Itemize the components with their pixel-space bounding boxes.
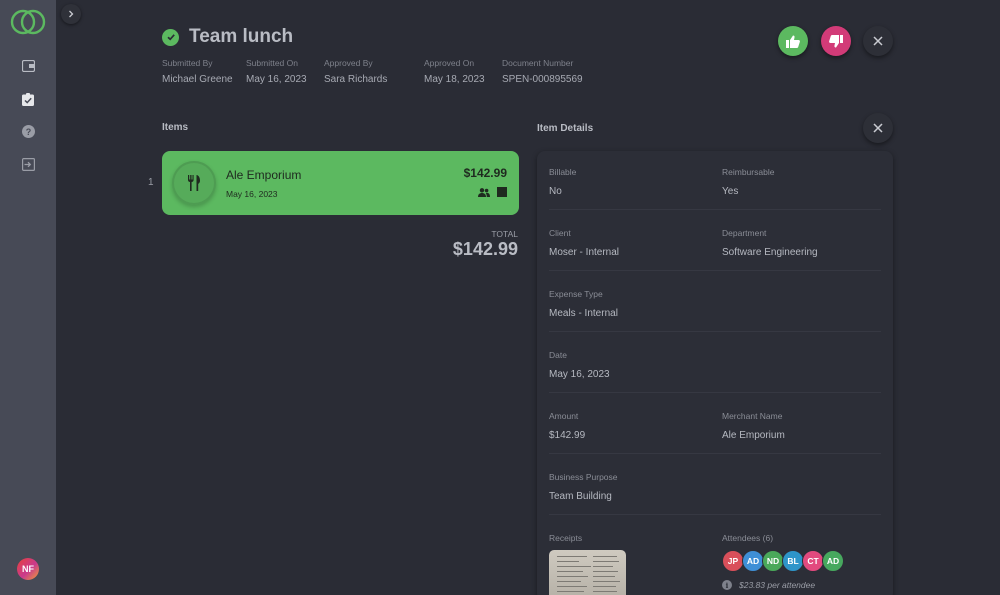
reject-button[interactable] bbox=[821, 26, 851, 56]
field-value: Yes bbox=[722, 186, 739, 197]
logout-icon[interactable] bbox=[20, 156, 36, 172]
field-date: Date May 16, 2023 bbox=[549, 350, 610, 380]
field-merchant-name: Merchant Name Ale Emporium bbox=[722, 411, 785, 441]
svg-text:?: ? bbox=[25, 127, 31, 137]
wallet-icon[interactable] bbox=[20, 58, 36, 74]
user-avatar[interactable]: NF bbox=[17, 558, 39, 580]
field-reimbursable: Reimbursable Yes bbox=[722, 167, 774, 197]
field-business-purpose: Business Purpose Team Building bbox=[549, 472, 618, 502]
divider bbox=[549, 453, 881, 454]
field-value: Team Building bbox=[549, 491, 612, 502]
item-amount: $142.99 bbox=[463, 166, 507, 180]
meta-value: Sara Richards bbox=[324, 74, 388, 85]
field-label: Merchant Name bbox=[722, 411, 783, 421]
item-date: May 16, 2023 bbox=[226, 189, 278, 199]
field-expense-type: Expense Type Meals - Internal bbox=[549, 289, 618, 319]
item-details-title: Item Details bbox=[537, 123, 594, 134]
meta-label: Submitted By bbox=[162, 58, 213, 68]
per-attendee-amount: $23.83 per attendee bbox=[739, 580, 816, 590]
approved-check-icon bbox=[162, 28, 179, 46]
field-amount: Amount $142.99 bbox=[549, 411, 585, 441]
field-label: Billable bbox=[549, 167, 577, 177]
field-label: Receipts bbox=[549, 533, 583, 543]
field-value: Ale Emporium bbox=[722, 430, 785, 441]
per-attendee-row: i $23.83 per attendee bbox=[722, 580, 815, 590]
attendee-avatar[interactable]: AD bbox=[822, 550, 844, 572]
meta-label: Approved By bbox=[324, 58, 373, 68]
meta-submitted-by: Submitted By Michael Greene bbox=[162, 58, 233, 85]
thumbs-down-icon bbox=[829, 34, 843, 47]
fork-knife-icon bbox=[172, 161, 216, 205]
field-value: $142.99 bbox=[549, 430, 586, 441]
items-title: Items bbox=[162, 122, 189, 133]
field-label: Expense Type bbox=[549, 289, 603, 299]
field-label: Client bbox=[549, 228, 571, 238]
divider bbox=[549, 270, 881, 271]
title-row: Team lunch bbox=[162, 26, 293, 48]
field-client: Client Moser - Internal bbox=[549, 228, 619, 258]
total-label: TOTAL bbox=[491, 229, 518, 239]
meta-label: Approved On bbox=[424, 58, 475, 68]
meta-value: May 16, 2023 bbox=[246, 74, 307, 85]
approve-button[interactable] bbox=[778, 26, 808, 56]
receipt-icon bbox=[497, 187, 507, 197]
attendee-avatar[interactable]: BL bbox=[782, 550, 804, 572]
attendee-avatar[interactable]: JP bbox=[722, 550, 744, 572]
meta-approved-by: Approved By Sara Richards bbox=[324, 58, 387, 85]
field-value: Moser - Internal bbox=[549, 247, 620, 258]
meta-value: May 18, 2023 bbox=[424, 74, 485, 85]
page-title: Team lunch bbox=[189, 26, 294, 47]
sidebar: ? NF bbox=[0, 0, 56, 595]
expand-sidebar-button[interactable] bbox=[61, 4, 81, 24]
field-value: Software Engineering bbox=[722, 247, 818, 258]
close-icon bbox=[873, 123, 883, 133]
item-index: 1 bbox=[148, 177, 154, 188]
attendee-avatar[interactable]: CT bbox=[802, 550, 824, 572]
help-icon[interactable]: ? bbox=[20, 123, 36, 139]
total-value: $142.99 bbox=[452, 239, 518, 259]
attendee-avatar[interactable]: ND bbox=[762, 550, 784, 572]
close-details-button[interactable] bbox=[863, 113, 893, 143]
field-value: No bbox=[549, 186, 562, 197]
meta-label: Document Number bbox=[502, 58, 574, 68]
info-icon: i bbox=[722, 580, 732, 590]
attendee-avatars[interactable]: JP AD ND BL CT AD bbox=[722, 550, 844, 572]
meta-value: SPEN-000895569 bbox=[502, 74, 583, 85]
field-department: Department Software Engineering bbox=[722, 228, 818, 258]
divider bbox=[549, 392, 881, 393]
field-label: Attendees (6) bbox=[722, 533, 774, 543]
meta-approved-on: Approved On May 18, 2023 bbox=[424, 58, 485, 85]
receipt-thumbnail[interactable] bbox=[549, 550, 626, 595]
close-button[interactable] bbox=[863, 26, 893, 56]
approvals-icon[interactable] bbox=[20, 91, 36, 107]
meta-value: Michael Greene bbox=[162, 74, 233, 85]
field-label: Department bbox=[722, 228, 767, 238]
divider bbox=[549, 514, 881, 515]
field-label: Reimbursable bbox=[722, 167, 775, 177]
meta-submitted-on: Submitted On May 16, 2023 bbox=[246, 58, 307, 85]
field-label: Date bbox=[549, 350, 567, 360]
chevron-right-icon bbox=[69, 10, 74, 18]
attendees-icon bbox=[478, 187, 490, 197]
field-value: Meals - Internal bbox=[549, 308, 618, 319]
meta-document-number: Document Number SPEN-000895569 bbox=[502, 58, 583, 85]
expense-item-card[interactable]: Ale Emporium May 16, 2023 $142.99 bbox=[162, 151, 519, 215]
item-merchant: Ale Emporium bbox=[226, 168, 302, 182]
divider bbox=[549, 331, 881, 332]
field-value: May 16, 2023 bbox=[549, 369, 610, 380]
attendee-avatar[interactable]: AD bbox=[742, 550, 764, 572]
divider bbox=[549, 209, 881, 210]
item-details-panel: Billable No Reimbursable Yes Client Mose… bbox=[537, 151, 893, 595]
close-icon bbox=[873, 36, 883, 46]
thumbs-up-icon bbox=[786, 35, 800, 48]
meta-label: Submitted On bbox=[246, 58, 298, 68]
field-label: Amount bbox=[549, 411, 579, 421]
field-label: Business Purpose bbox=[549, 472, 618, 482]
field-billable: Billable No bbox=[549, 167, 576, 197]
app-logo[interactable] bbox=[10, 8, 46, 36]
item-flags bbox=[478, 187, 507, 197]
